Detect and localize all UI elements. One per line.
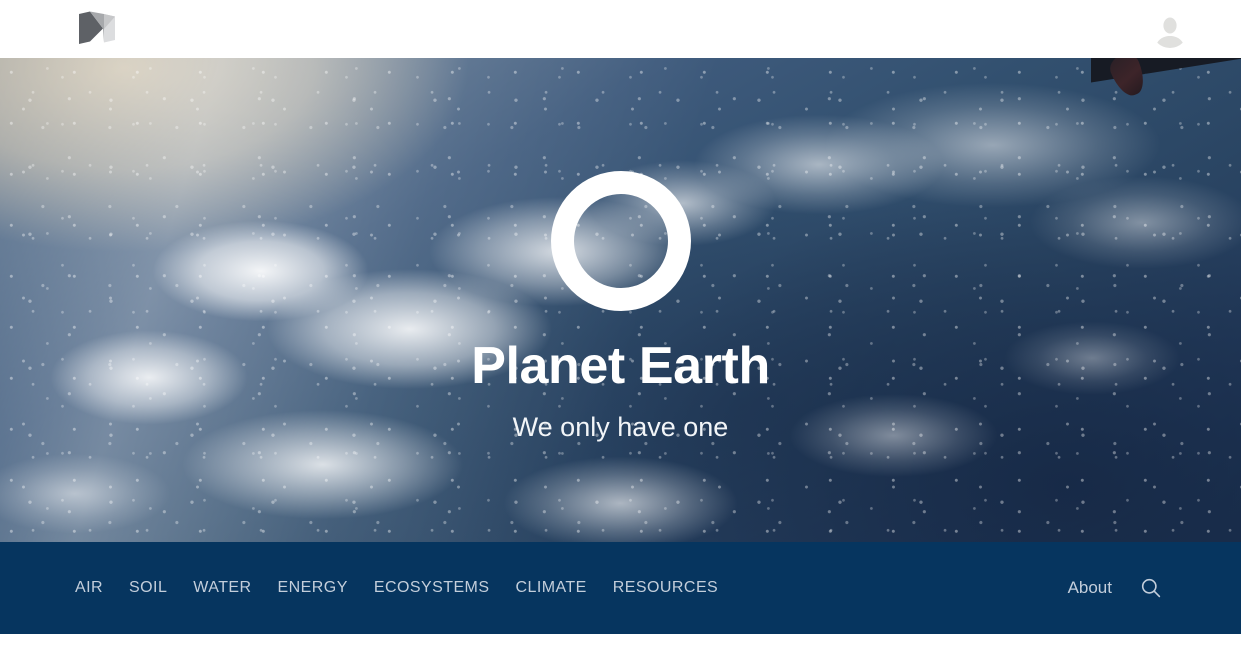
hero-content: Planet Earth We only have one [0, 58, 1241, 542]
nav-item-soil[interactable]: SOIL [129, 579, 167, 597]
top-header-bar [0, 0, 1241, 58]
circle-outline-logo-icon [550, 171, 691, 311]
page-root: Planet Earth We only have one AIR SOIL W… [0, 0, 1241, 653]
nav-item-ecosystems[interactable]: ECOSYSTEMS [374, 579, 490, 597]
page-title: Planet Earth [471, 337, 770, 395]
page-bottom-spacer [0, 634, 1241, 653]
nav-item-about[interactable]: About [1068, 578, 1112, 598]
nav-utility-group: About [1068, 577, 1162, 599]
nav-item-energy[interactable]: ENERGY [278, 579, 348, 597]
page-subtitle: We only have one [512, 412, 729, 442]
hero-banner: Planet Earth We only have one [0, 58, 1241, 542]
search-button[interactable] [1140, 577, 1162, 599]
main-navigation-bar: AIR SOIL WATER ENERGY ECOSYSTEMS CLIMATE… [0, 542, 1241, 634]
nav-links-group: AIR SOIL WATER ENERGY ECOSYSTEMS CLIMATE… [75, 579, 718, 597]
avatar[interactable] [1152, 12, 1188, 48]
nav-item-air[interactable]: AIR [75, 579, 103, 597]
medium-folded-m-logo-icon[interactable] [78, 11, 117, 46]
nav-item-climate[interactable]: CLIMATE [515, 579, 586, 597]
nav-item-water[interactable]: WATER [193, 579, 251, 597]
search-icon [1141, 578, 1161, 598]
user-avatar-placeholder-icon [1152, 12, 1188, 48]
nav-item-resources[interactable]: RESOURCES [613, 579, 718, 597]
